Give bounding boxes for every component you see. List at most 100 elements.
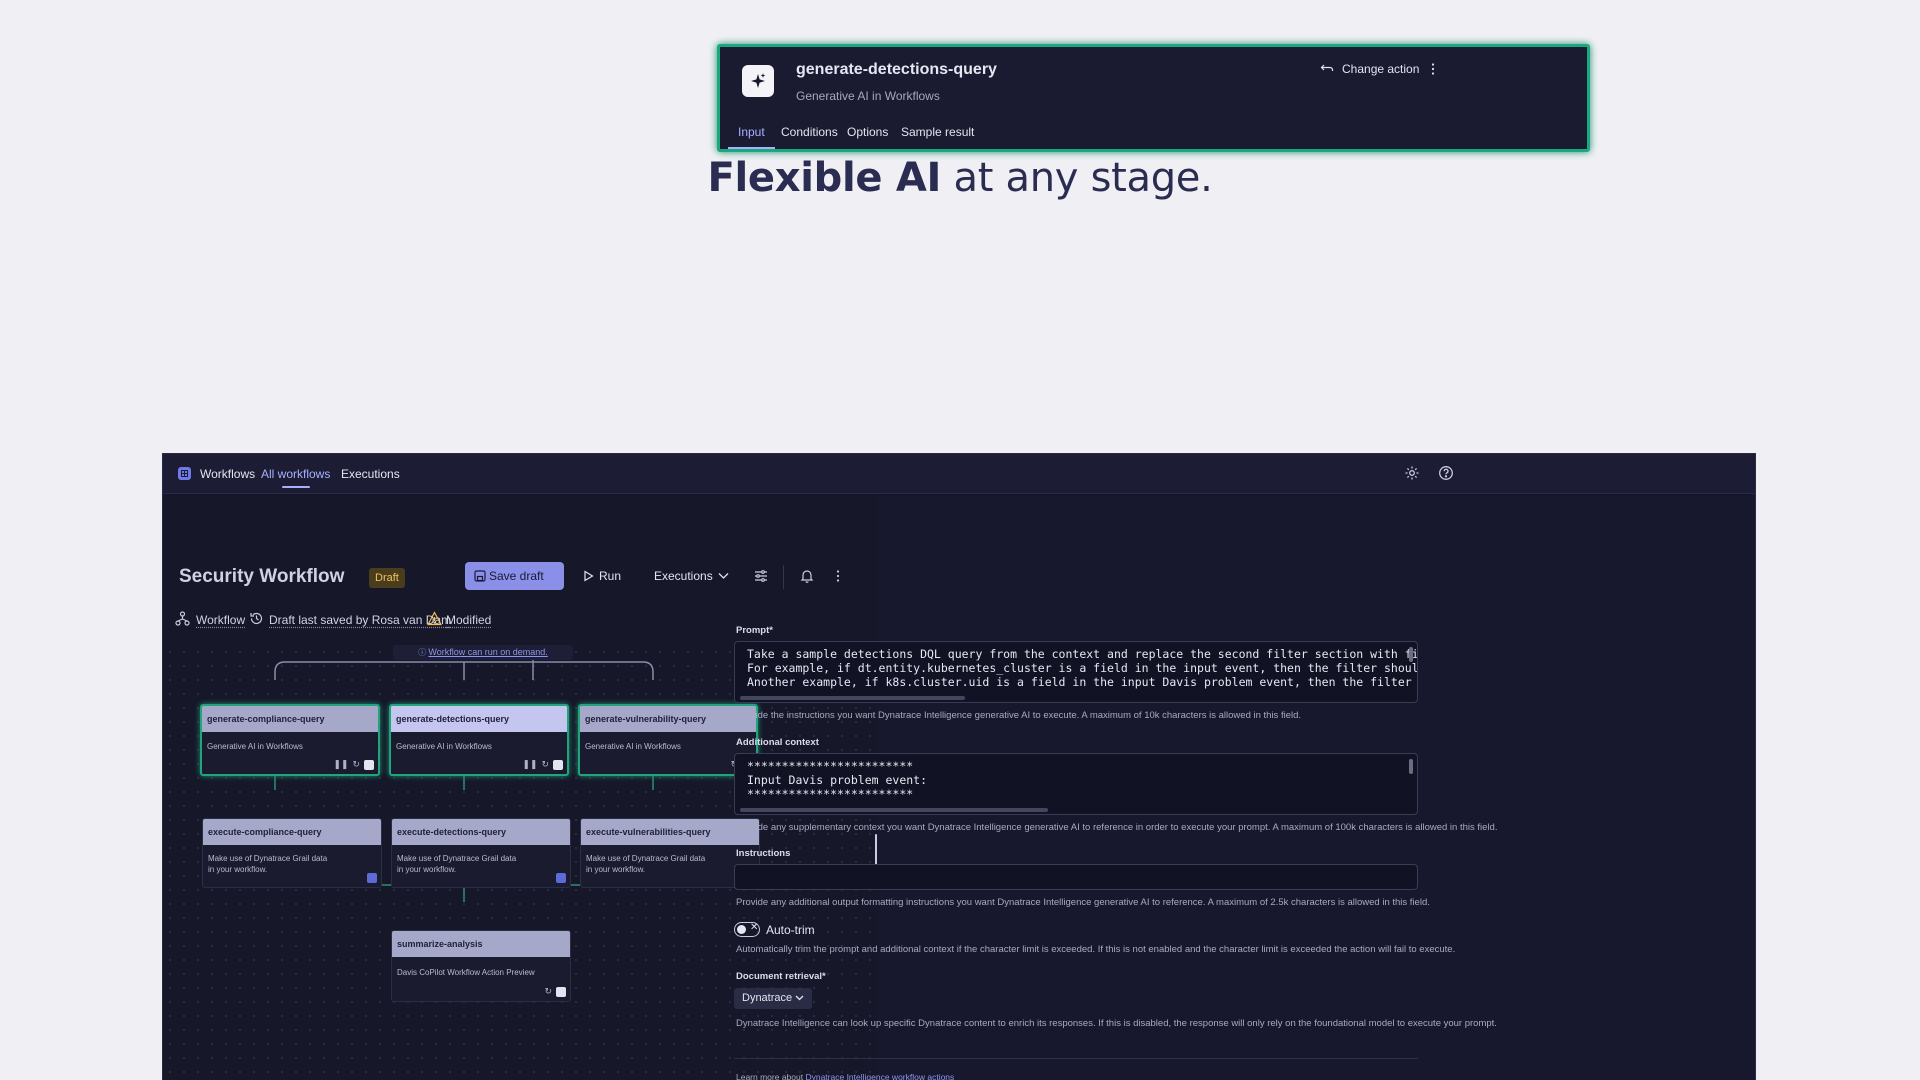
node-summarize-analysis[interactable]: summarize-analysis Davis CoPilot Workflo… [391,930,571,1002]
chevron-down-icon [795,995,804,1001]
save-icon [474,570,486,582]
filter-settings-icon[interactable] [753,568,769,584]
node-controls: ❚❚ ↻ [522,759,563,770]
workflow-icon [175,611,190,626]
pause-icon[interactable]: ❚❚ [522,759,537,770]
node-description: Generative AI in Workflows [391,741,567,752]
node-title: generate-vulnerability-query [580,706,756,732]
document-retrieval-select[interactable]: Dynatrace [734,988,812,1009]
run-label: Run [599,569,621,583]
prompt-line: Another example, if k8s.cluster.uid is a… [747,675,1405,689]
tab-conditions[interactable]: Conditions [781,125,838,139]
settings-icon[interactable] [1404,465,1420,481]
help-icon[interactable] [1438,465,1454,481]
learn-more: Learn more about Dynatrace Intelligence … [736,1072,954,1080]
draft-saved-info[interactable]: Draft last saved by Rosa van Dam [269,613,451,627]
node-controls [556,872,566,883]
node-generate-detections-query[interactable]: generate-detections-query Generative AI … [389,704,569,776]
instructions-label: Instructions [736,848,790,859]
autotrim-help: Automatically trim the prompt and additi… [736,944,1455,955]
context-line: ************************ [747,759,1405,773]
docret-help: Dynatrace Intelligence can look up speci… [736,1018,1497,1029]
node-execute-detections-query[interactable]: execute-detections-query Make use of Dyn… [391,818,571,888]
node-generate-compliance-query[interactable]: generate-compliance-query Generative AI … [200,704,380,776]
context-line: Input Davis problem event: [747,773,1405,787]
node-controls: ↻ [544,986,566,997]
node-title: execute-compliance-query [203,819,381,845]
node-description: Make use of Dynatrace Grail data in your… [581,853,711,875]
pause-icon[interactable]: ❚❚ [333,759,348,770]
vertical-scrollbar[interactable] [1409,647,1413,662]
prompt-line: Take a sample detections DQL query from … [747,647,1405,661]
grid-icon [178,467,191,480]
node-description: Make use of Dynatrace Grail data in your… [203,853,333,875]
context-help: Provide any supplementary context you wa… [736,822,1497,833]
headline-bold: Flexible AI [707,155,941,201]
instructions-input[interactable] [734,864,1418,890]
retry-icon[interactable]: ↻ [541,759,549,770]
warning-icon [427,611,442,626]
node-description: Generative AI in Workflows [202,741,378,752]
action-header: generate-detections-query Generative AI … [717,44,1590,152]
change-action-label: Change action [1342,62,1419,76]
app-name[interactable]: Workflows [200,454,255,494]
node-description: Davis CoPilot Workflow Action Preview [392,967,570,978]
autotrim-label: Auto-trim [766,923,815,937]
toolbar-divider [783,565,784,589]
change-arrow-icon [1320,62,1334,76]
ai-icon [556,987,566,997]
more-options-icon[interactable] [1428,61,1438,77]
executions-dropdown[interactable]: Executions [647,562,737,590]
sparkle-icon [742,65,774,97]
grail-icon [556,873,566,883]
node-title: execute-detections-query [392,819,570,845]
vertical-scrollbar[interactable] [1409,759,1413,774]
retry-icon[interactable]: ↻ [352,759,360,770]
instructions-help: Provide any additional output formatting… [736,897,1430,908]
context-line: ************************ [747,787,1405,801]
change-action-button[interactable]: Change action [1320,62,1419,76]
node-title: generate-compliance-query [202,706,378,732]
prompt-textarea[interactable]: Take a sample detections DQL query from … [734,641,1418,703]
learn-more-prefix: Learn more about [736,1072,805,1080]
ai-icon [364,760,374,770]
chevron-down-icon [718,572,729,580]
more-options-icon[interactable] [830,568,846,584]
on-demand-note: ⓘ Workflow can run on demand. [393,645,573,660]
tab-sample-result[interactable]: Sample result [901,125,974,139]
tab-executions[interactable]: Executions [341,454,400,494]
node-controls: ❚❚ ↻ [333,759,374,770]
node-title: summarize-analysis [392,931,570,957]
workflow-link[interactable]: Workflow [196,613,245,627]
modified-indicator[interactable]: Modified [446,613,491,627]
autotrim-toggle[interactable]: ✕ [734,922,760,937]
node-generate-vulnerability-query[interactable]: generate-vulnerability-query Generative … [578,704,758,776]
tab-all-workflows[interactable]: All workflows [261,454,330,494]
context-textarea[interactable]: ************************ Input Davis prob… [734,753,1418,815]
retry-icon[interactable]: ↻ [544,986,552,997]
form-divider [734,1058,1418,1059]
status-badge: Draft [369,568,405,588]
top-bar: Workflows All workflows Executions [163,454,1756,494]
node-execute-compliance-query[interactable]: execute-compliance-query Make use of Dyn… [202,818,382,888]
run-button[interactable]: Run [577,562,637,590]
node-execute-vulnerabilities-query[interactable]: execute-vulnerabilities-query Make use o… [580,818,760,888]
headline-rest: at any stage. [941,155,1212,201]
workflow-title[interactable]: Security Workflow [179,566,344,588]
horizontal-scrollbar[interactable] [740,696,965,700]
executions-label: Executions [654,569,713,583]
action-title[interactable]: generate-detections-query [796,61,997,79]
horizontal-scrollbar[interactable] [740,808,1048,812]
prompt-label: Prompt* [736,625,773,636]
tab-input[interactable]: Input [738,125,765,139]
instructions-value [735,865,1417,873]
save-draft-button[interactable]: Save draft [465,562,564,590]
grail-icon [367,873,377,883]
tab-options[interactable]: Options [847,125,888,139]
bell-icon[interactable] [799,568,815,584]
docret-value: Dynatrace [742,992,792,1004]
context-label: Additional context [736,737,819,748]
save-draft-label: Save draft [489,569,544,583]
learn-more-link[interactable]: Dynatrace Intelligence workflow actions [805,1072,954,1080]
history-icon [249,611,264,626]
